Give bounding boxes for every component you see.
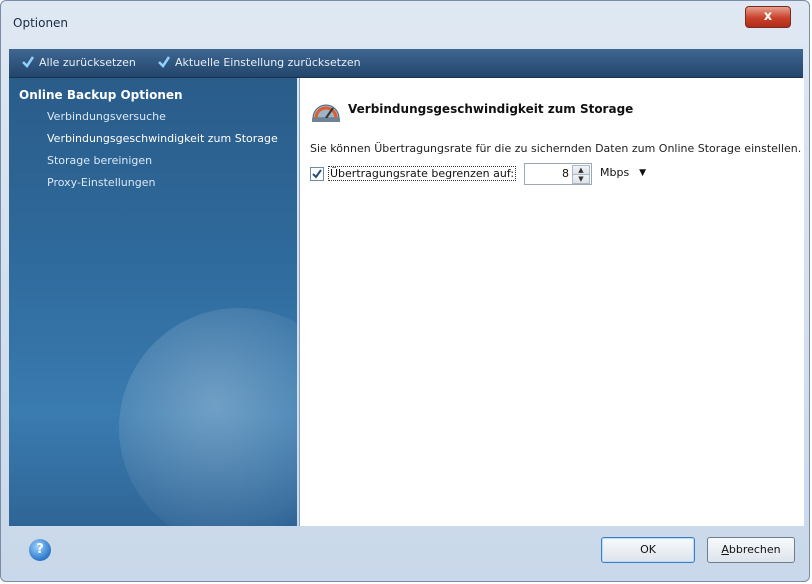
ok-button[interactable]: OK [601, 537, 695, 563]
check-icon [312, 169, 322, 179]
cancel-button[interactable]: Abbrechen [707, 537, 795, 563]
close-button[interactable]: x [745, 6, 791, 28]
limit-rate-label[interactable]: Übertragungsrate begrenzen auf: [328, 166, 517, 181]
sidebar-item-connection-attempts[interactable]: Verbindungsversuche [47, 110, 166, 123]
rate-spinner[interactable]: 8 ▲ ▼ [524, 163, 592, 185]
sidebar-item-storage-cleanup[interactable]: Storage bereinigen [47, 154, 152, 167]
window-title: Optionen [13, 16, 69, 30]
section-heading: Verbindungsgeschwindigkeit zum Storage [348, 102, 634, 116]
options-dialog: Optionen x Alle zurücksetzen Aktuelle Ei… [0, 0, 810, 582]
help-icon[interactable]: ? [29, 539, 51, 561]
cancel-label: bbrechen [728, 543, 781, 556]
globe-watermark [119, 308, 297, 526]
sidebar-item-proxy-settings[interactable]: Proxy-Einstellungen [47, 176, 155, 189]
reset-current-button[interactable]: Aktuelle Einstellung zurücksetzen [157, 54, 361, 72]
reset-all-label: Alle zurücksetzen [39, 56, 136, 69]
limit-rate-checkbox[interactable] [310, 167, 324, 181]
rate-value: 8 [562, 167, 569, 180]
speedometer-icon [312, 104, 340, 122]
sidebar-section-title: Online Backup Optionen [19, 88, 183, 102]
sidebar-item-connection-speed[interactable]: Verbindungsgeschwindigkeit zum Storage [47, 132, 278, 145]
spin-down-icon[interactable]: ▼ [572, 174, 590, 184]
rate-unit-select[interactable]: Mbps ▼ [600, 163, 652, 183]
toolbar: Alle zurücksetzen Aktuelle Einstellung z… [9, 49, 803, 78]
dropdown-arrow-icon: ▼ [639, 168, 646, 178]
close-icon: x [763, 9, 773, 24]
footer-bar: ? OK Abbrechen [9, 527, 803, 575]
checkmark-icon [158, 56, 171, 68]
rate-unit-value: Mbps [600, 166, 630, 179]
checkmark-icon [22, 56, 35, 68]
reset-current-label: Aktuelle Einstellung zurücksetzen [175, 56, 361, 69]
sidebar: Online Backup Optionen Verbindungsversuc… [9, 78, 297, 526]
description-text: Sie können Übertragungsrate für die zu s… [310, 142, 802, 155]
reset-all-button[interactable]: Alle zurücksetzen [21, 54, 136, 72]
cancel-mnemonic: A [721, 543, 729, 556]
title-bar[interactable]: Optionen x [1, 1, 809, 45]
content-panel: Verbindungsgeschwindigkeit zum Storage S… [299, 78, 804, 526]
